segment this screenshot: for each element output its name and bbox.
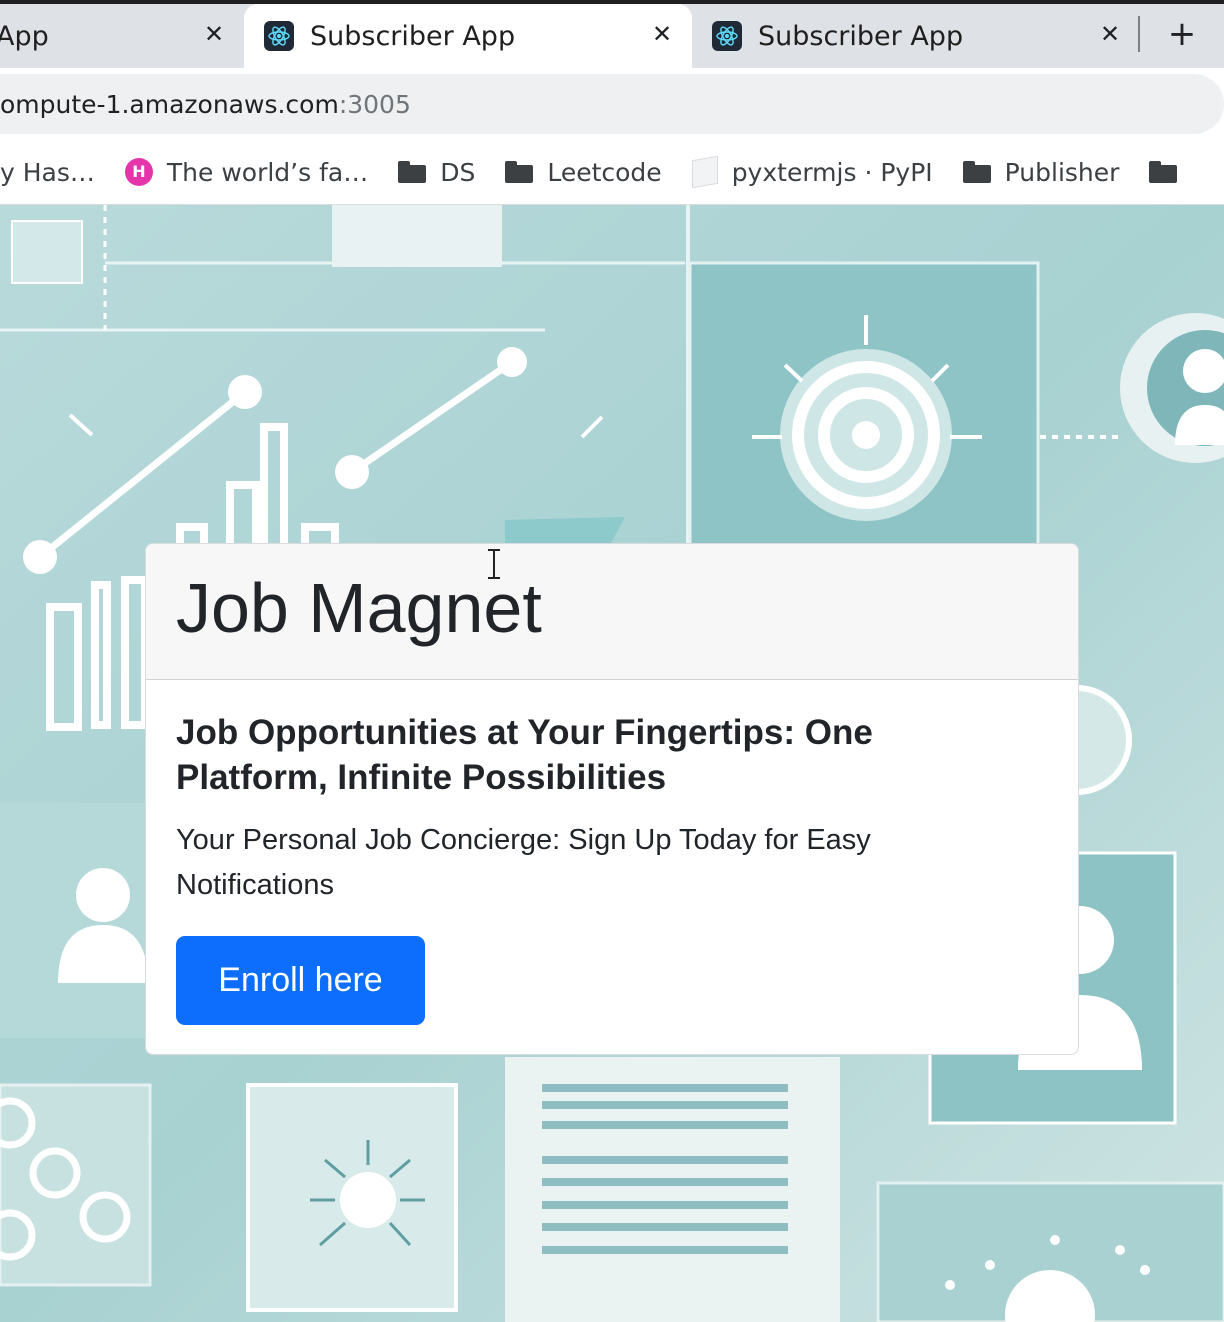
tab-title: Subscriber App [758, 20, 964, 52]
bookmark-label: y Has… [0, 157, 95, 187]
close-icon[interactable]: ✕ [652, 20, 672, 48]
bookmark-folder-ds[interactable]: DS [398, 158, 475, 187]
bookmark-item[interactable]: pyxtermjs · PyPI [691, 155, 933, 189]
react-icon [264, 21, 294, 51]
bookmark-item[interactable]: y Has… [0, 158, 95, 187]
hero-card: Job Magnet Job Opportunities at Your Fin… [145, 543, 1079, 1055]
folder-icon [962, 161, 991, 183]
bookmarks-bar: y Has… H The world’s fa… DS Leetcode pyx… [0, 140, 1224, 205]
close-icon[interactable]: ✕ [204, 20, 224, 48]
react-icon [712, 21, 742, 51]
bookmark-item[interactable]: H The world’s fa… [124, 157, 369, 187]
url-host: ompute-1.amazonaws.com [0, 89, 339, 119]
card-text: Your Personal Job Concierge: Sign Up Tod… [176, 824, 871, 901]
close-icon[interactable]: ✕ [1100, 20, 1120, 48]
bookmark-label: DS [440, 157, 476, 187]
pypi-icon [691, 155, 718, 189]
bookmark-label: Publisher [1004, 157, 1120, 187]
folder-icon [1149, 161, 1178, 183]
enroll-button[interactable]: Enroll here [176, 936, 425, 1025]
url-port: :3005 [338, 89, 411, 119]
bookmark-folder[interactable] [1149, 161, 1191, 183]
tab-subscriber-app-active[interactable]: Subscriber App ✕ [244, 4, 692, 68]
toolbar: ompute-1.amazonaws.com:3005 [0, 68, 1224, 140]
bookmark-label: pyxtermjs · PyPI [731, 157, 933, 187]
page-title: Job Magnet [176, 569, 542, 647]
bookmark-folder-leetcode[interactable]: Leetcode [505, 157, 662, 187]
folder-icon [505, 161, 534, 183]
tab-separator [1138, 16, 1140, 52]
hashnode-icon: H [124, 158, 153, 186]
folder-icon [398, 161, 427, 183]
address-bar[interactable]: ompute-1.amazonaws.com:3005 [0, 74, 1224, 134]
card-body: Job Opportunities at Your Fingertips: On… [146, 680, 1078, 908]
tab-app[interactable]: App ✕ [0, 4, 242, 68]
text-cursor-icon [488, 549, 500, 579]
tab-strip: App ✕ Subscriber App ✕ Subscriber App ✕ … [0, 0, 1224, 68]
tab-subscriber-app[interactable]: Subscriber App ✕ [692, 4, 1138, 68]
tab-title: App [0, 20, 49, 52]
bookmark-label: Leetcode [547, 157, 662, 187]
bookmark-folder-publisher[interactable]: Publisher [962, 157, 1120, 187]
card-header: Job Magnet [146, 544, 1078, 680]
tab-title: Subscriber App [310, 20, 516, 52]
page-viewport: Job Magnet Job Opportunities at Your Fin… [0, 205, 1224, 1322]
new-tab-button[interactable]: + [1160, 10, 1204, 58]
bookmark-label: The world’s fa… [166, 157, 369, 187]
card-subtitle: Job Opportunities at Your Fingertips: On… [176, 713, 873, 797]
